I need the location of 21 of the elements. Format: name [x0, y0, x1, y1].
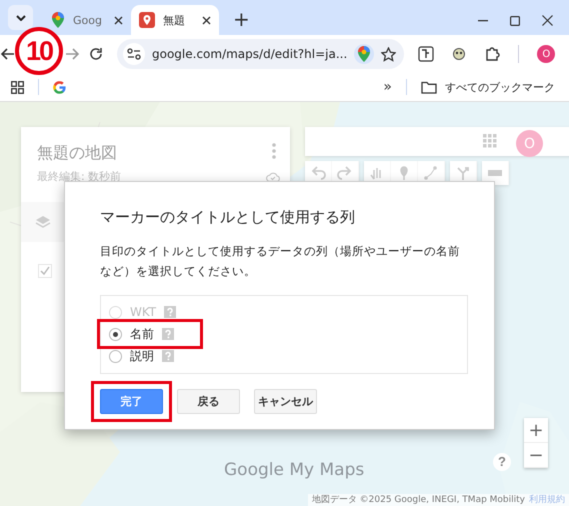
- tab-title: 無題: [163, 12, 186, 28]
- dialog-button[interactable]: 戻る: [177, 389, 240, 414]
- column-option[interactable]: 説明: [101, 345, 182, 367]
- profile-avatar[interactable]: O: [537, 45, 556, 63]
- dialog-description: 目印のタイトルとして使用するデータの列（場所やユーザーの名前など）を選択してください。: [100, 243, 461, 280]
- dialog-button[interactable]: 完了: [100, 389, 163, 414]
- browser-tab[interactable]: 無題: [131, 5, 219, 35]
- url-text: google.com/maps/d/edit?hl=ja...: [152, 47, 348, 61]
- dialog-button[interactable]: キャンセル: [254, 389, 317, 414]
- zoom-in-button[interactable]: +: [524, 418, 548, 443]
- last-edited-text: 最終編集: 数秒前: [37, 169, 122, 184]
- column-option[interactable]: 名前: [101, 323, 199, 345]
- tab-title: Goog: [73, 14, 103, 26]
- bookmarks-folder[interactable]: すべてのブックマーク: [421, 80, 555, 94]
- bookmarks-overflow-button[interactable]: »: [383, 79, 392, 95]
- address-bar[interactable]: google.com/maps/d/edit?hl=ja...: [117, 39, 404, 69]
- dialog-title: マーカーのタイトルとして使用する列: [100, 208, 356, 227]
- my-maps-logo: Google My Maps: [224, 460, 364, 480]
- new-tab-button[interactable]: +: [233, 8, 250, 30]
- map-attribution: 地図データ ©2025 Google, INEGI, TMap Mobility: [312, 494, 525, 506]
- zoom-out-button[interactable]: −: [524, 443, 548, 468]
